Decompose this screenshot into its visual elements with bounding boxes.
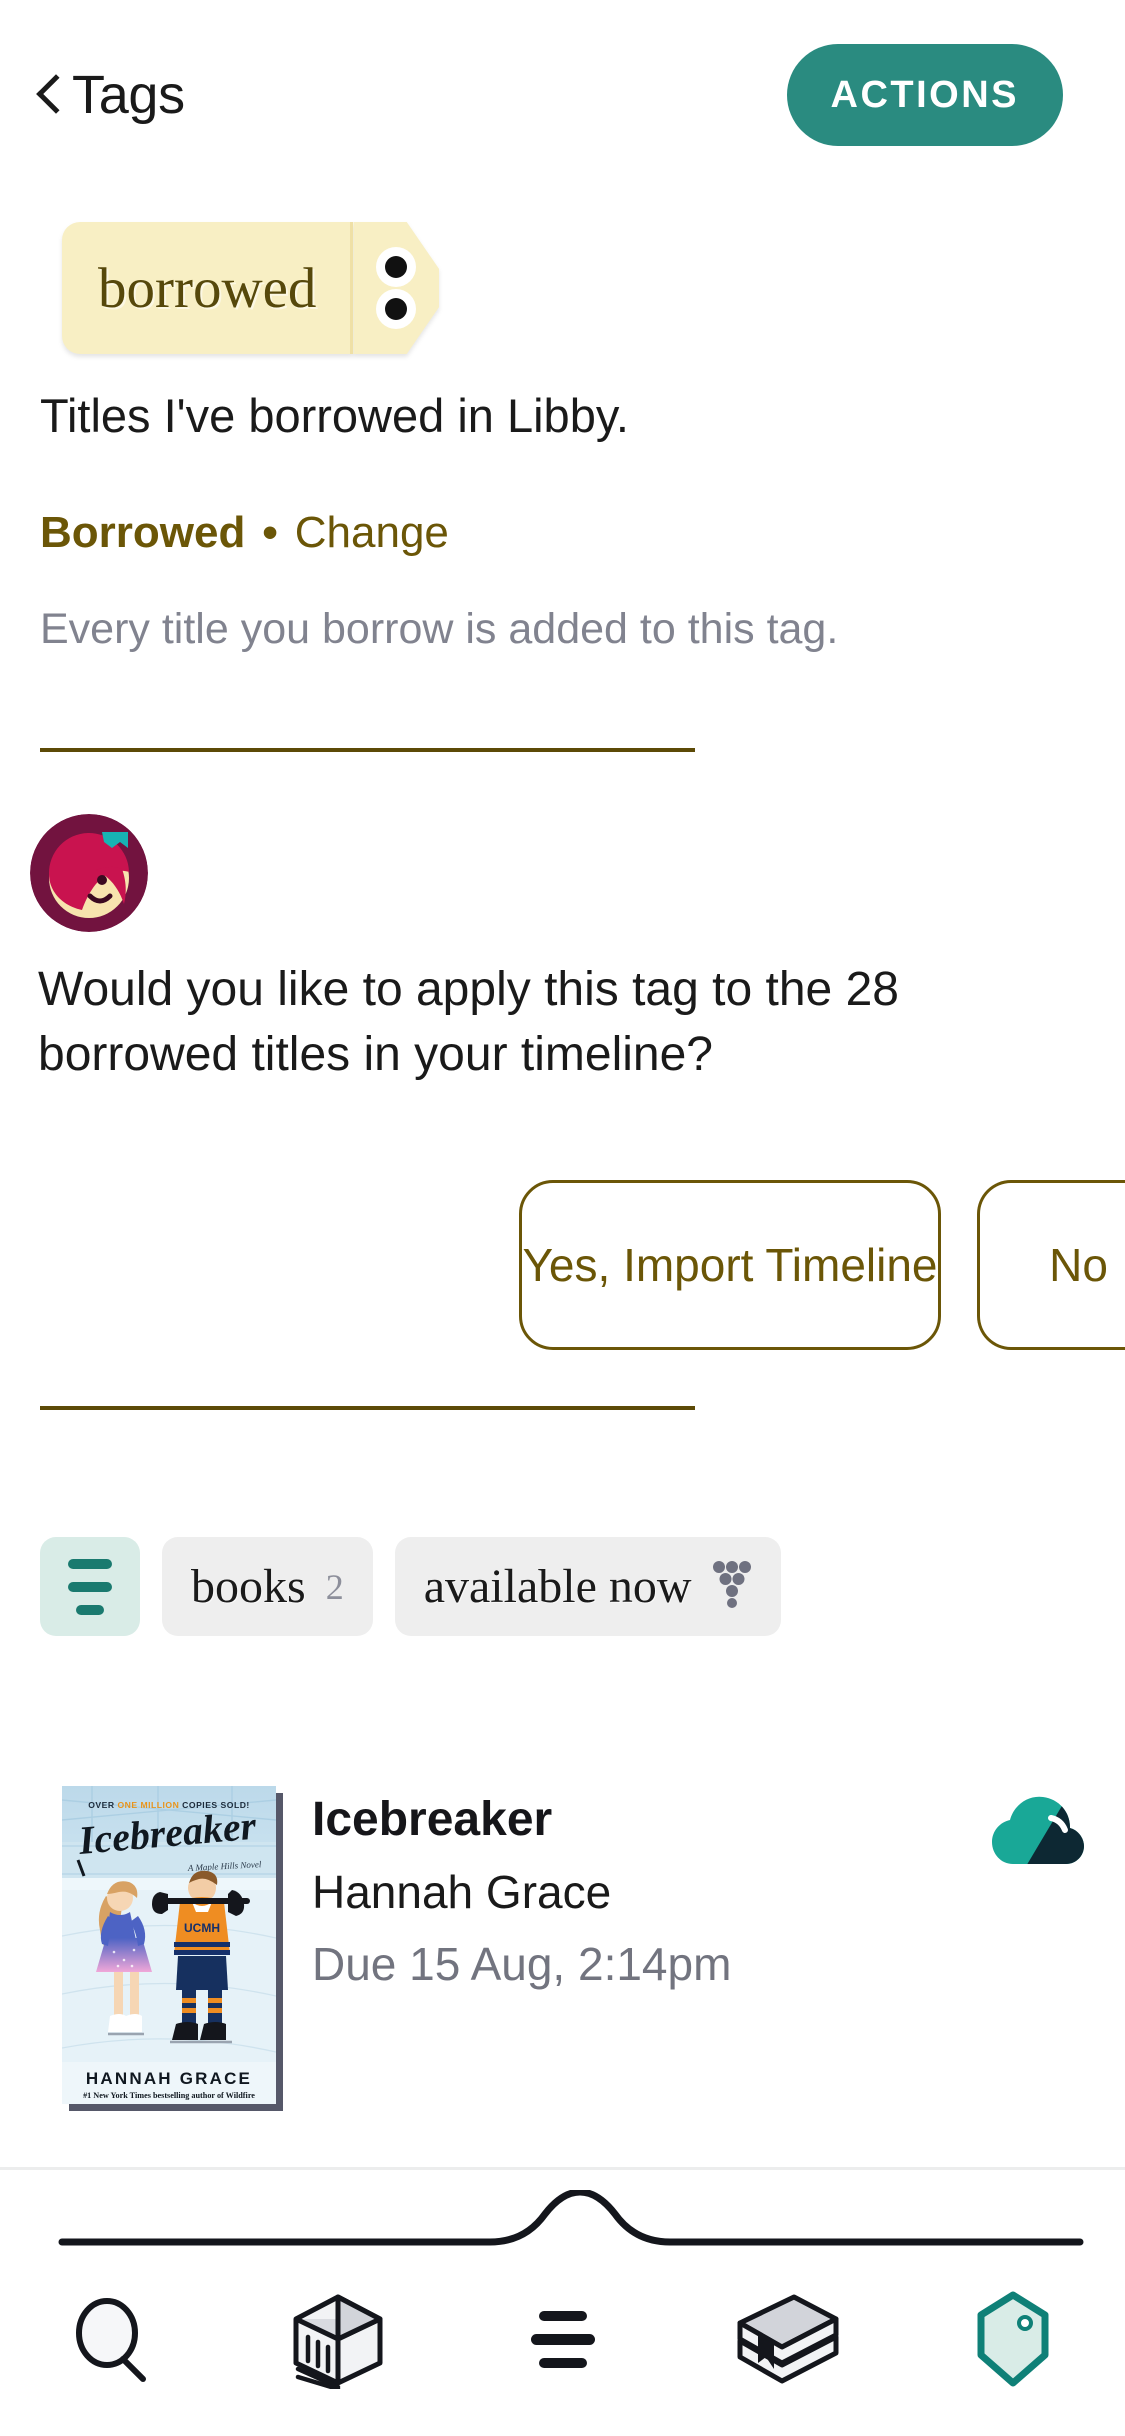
import-prompt-actions: Yes, Import Timeline No xyxy=(0,1180,1125,1350)
nav-menu-button[interactable] xyxy=(483,2271,643,2411)
tag-change-link[interactable]: Change xyxy=(295,505,449,560)
section-divider-bottom xyxy=(40,1406,695,1410)
filter-chip-available-now-label: available now xyxy=(423,1559,692,1613)
tag-description: Titles I've borrowed in Libby. xyxy=(40,389,629,442)
book-due-date: Due 15 Aug, 2:14pm xyxy=(312,1937,732,1990)
tag-pill-container: borrowed xyxy=(62,222,440,354)
svg-text:#1 New York Times bestselling: #1 New York Times bestselling author of … xyxy=(83,2091,255,2100)
tag-pill-body: borrowed xyxy=(62,222,351,354)
tag-meta-row: Borrowed • Change xyxy=(40,505,449,560)
tag-pill-divider xyxy=(350,222,354,354)
tag-name-label: borrowed xyxy=(98,256,317,320)
nav-tags-button[interactable] xyxy=(933,2271,1093,2411)
book-author: Hannah Grace xyxy=(312,1866,612,1918)
filter-line-2 xyxy=(68,1581,112,1592)
book-title: Icebreaker xyxy=(312,1793,553,1846)
menu-icon xyxy=(523,2301,603,2382)
search-icon xyxy=(67,2293,159,2390)
svg-text:HANNAH GRACE: HANNAH GRACE xyxy=(86,2069,252,2088)
tag-type-label: Borrowed xyxy=(40,508,246,557)
filter-chip-books-count: 2 xyxy=(325,1566,344,1607)
actions-button[interactable]: ACTIONS xyxy=(786,44,1063,146)
bottom-navigation xyxy=(0,2246,1125,2436)
library-icon xyxy=(286,2289,390,2394)
nav-search-button[interactable] xyxy=(33,2271,193,2411)
nav-library-button[interactable] xyxy=(258,2271,418,2411)
book-info: Icebreaker Hannah Grace Due 15 Aug, 2:14… xyxy=(312,1786,955,1993)
cloud-partially-downloaded-icon[interactable] xyxy=(991,1786,1085,1873)
kebab-menu-icon[interactable] xyxy=(353,222,440,354)
back-button[interactable]: Tags xyxy=(34,68,185,122)
nav-top-divider xyxy=(0,2167,1125,2170)
tag-pill[interactable]: borrowed xyxy=(62,222,440,354)
section-divider-top xyxy=(40,748,695,752)
nav-shelf-button[interactable] xyxy=(708,2271,868,2411)
shelf-icon xyxy=(732,2289,844,2394)
filter-chip-books-label: books xyxy=(191,1559,306,1613)
filter-line-1 xyxy=(68,1558,112,1569)
book-cover-image: OVER ONE MILLION COPIES SOLD! Icebreaker… xyxy=(62,1786,276,2104)
kebab-dot-top xyxy=(385,256,408,278)
svg-text:UCMH: UCMH xyxy=(184,1921,220,1935)
import-timeline-no-button[interactable]: No xyxy=(977,1180,1125,1350)
filter-chip-row: books 2 available now xyxy=(40,1537,781,1636)
tag-meta-note: Every title you borrow is added to this … xyxy=(40,605,839,653)
import-prompt-question: Would you like to apply this tag to the … xyxy=(38,963,899,1081)
filter-chip-available-now[interactable]: available now xyxy=(394,1537,781,1636)
libby-avatar-icon xyxy=(30,814,148,932)
filter-chip-books[interactable]: books 2 xyxy=(162,1537,373,1636)
tag-detail-screen: Tags ACTIONS borrowed Titles I've borrow… xyxy=(0,0,1125,2436)
filter-line-3 xyxy=(76,1604,104,1615)
chevron-left-icon xyxy=(34,72,60,118)
availability-funnel-icon xyxy=(712,1560,752,1613)
book-list-item[interactable]: OVER ONE MILLION COPIES SOLD! Icebreaker… xyxy=(0,1786,1125,2104)
tag-meta-separator: • xyxy=(262,508,278,557)
tags-icon xyxy=(965,2289,1061,2394)
header-bar: Tags ACTIONS xyxy=(0,0,1125,190)
back-button-label: Tags xyxy=(72,65,185,125)
filter-lines-icon[interactable] xyxy=(40,1537,140,1636)
kebab-dot-bottom xyxy=(385,298,408,320)
import-timeline-yes-button[interactable]: Yes, Import Timeline xyxy=(519,1180,941,1350)
